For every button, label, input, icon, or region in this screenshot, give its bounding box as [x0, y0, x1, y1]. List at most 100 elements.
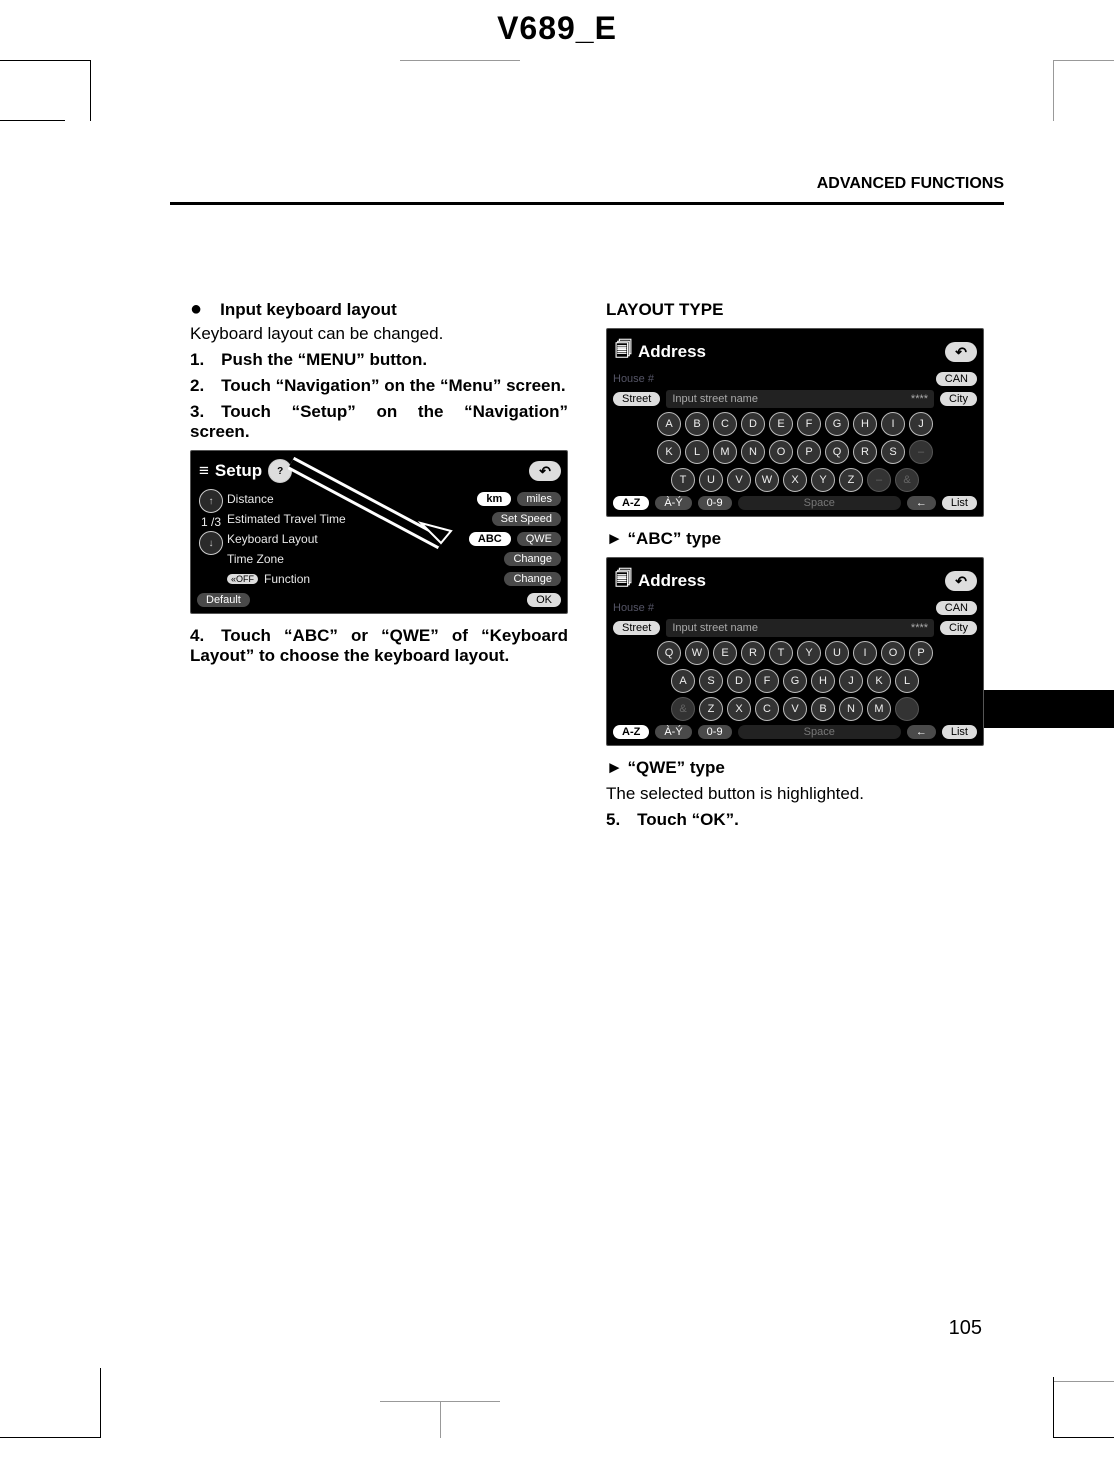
btn-num[interactable]: 0-9	[698, 496, 732, 510]
section-heading: Input keyboard layout	[220, 300, 397, 320]
btn-accent[interactable]: À-Ý	[655, 496, 691, 510]
back-button[interactable]: ↶	[945, 571, 977, 591]
btn-space[interactable]: Space	[738, 725, 901, 739]
key-b[interactable]: B	[685, 412, 709, 436]
key-o[interactable]: O	[769, 440, 793, 464]
key-l[interactable]: L	[895, 669, 919, 693]
btn-list[interactable]: List	[942, 496, 977, 510]
help-icon[interactable]: ?	[268, 459, 292, 483]
key-t[interactable]: T	[671, 468, 695, 492]
key-u[interactable]: U	[699, 468, 723, 492]
key-amp[interactable]: &	[895, 468, 919, 492]
key-v[interactable]: V	[783, 697, 807, 721]
key-d[interactable]: D	[727, 669, 751, 693]
key-p[interactable]: P	[909, 641, 933, 665]
key-m[interactable]: M	[713, 440, 737, 464]
key-x[interactable]: X	[727, 697, 751, 721]
btn-backspace[interactable]: ←	[907, 496, 936, 510]
btn-accent[interactable]: À-Ý	[655, 725, 691, 739]
key-x[interactable]: X	[783, 468, 807, 492]
btn-num[interactable]: 0-9	[698, 725, 732, 739]
btn-street[interactable]: Street	[613, 621, 660, 635]
btn-setspeed[interactable]: Set Speed	[492, 512, 561, 526]
key-g[interactable]: G	[825, 412, 849, 436]
key-j[interactable]: J	[839, 669, 863, 693]
key-q[interactable]: Q	[657, 641, 681, 665]
key-s[interactable]: S	[881, 440, 905, 464]
key-s[interactable]: S	[699, 669, 723, 693]
setup-title: Setup	[215, 461, 262, 481]
key-y[interactable]: Y	[811, 468, 835, 492]
key-f[interactable]: F	[755, 669, 779, 693]
key-e[interactable]: E	[769, 412, 793, 436]
btn-miles[interactable]: miles	[517, 492, 561, 506]
key-a[interactable]: A	[671, 669, 695, 693]
btn-change-tz[interactable]: Change	[504, 552, 561, 566]
key-dash[interactable]: –	[909, 440, 933, 464]
btn-street[interactable]: Street	[613, 392, 660, 406]
btn-city[interactable]: City	[940, 392, 977, 406]
key-o[interactable]: O	[881, 641, 905, 665]
key-c[interactable]: C	[755, 697, 779, 721]
house-tab[interactable]: House #	[613, 373, 930, 385]
key-j[interactable]: J	[909, 412, 933, 436]
street-input[interactable]: Input street name	[672, 622, 758, 634]
btn-az[interactable]: A-Z	[613, 725, 649, 739]
key-w[interactable]: W	[685, 641, 709, 665]
btn-list[interactable]: List	[942, 725, 977, 739]
btn-can[interactable]: CAN	[936, 372, 977, 386]
btn-qwe[interactable]: QWE	[517, 532, 561, 546]
btn-backspace[interactable]: ←	[907, 725, 936, 739]
key-f[interactable]: F	[797, 412, 821, 436]
back-button[interactable]: ↶	[945, 342, 977, 362]
scroll-up-icon[interactable]: ↑	[199, 489, 223, 513]
key-i[interactable]: I	[853, 641, 877, 665]
key-b[interactable]: B	[811, 697, 835, 721]
key-g[interactable]: G	[783, 669, 807, 693]
btn-can[interactable]: CAN	[936, 601, 977, 615]
key-k[interactable]: K	[657, 440, 681, 464]
btn-abc[interactable]: ABC	[469, 532, 511, 546]
key-n[interactable]: N	[741, 440, 765, 464]
layout-heading: LAYOUT TYPE	[606, 300, 984, 320]
btn-city[interactable]: City	[940, 621, 977, 635]
key-c[interactable]: C	[713, 412, 737, 436]
key-h[interactable]: H	[811, 669, 835, 693]
key-dim	[895, 697, 919, 721]
key-r[interactable]: R	[741, 641, 765, 665]
key-y[interactable]: Y	[797, 641, 821, 665]
key-n[interactable]: N	[839, 697, 863, 721]
row-timezone: Time Zone	[227, 552, 498, 566]
key-dash[interactable]: –	[867, 468, 891, 492]
back-button[interactable]: ↶	[529, 461, 561, 481]
btn-az[interactable]: A-Z	[613, 496, 649, 510]
address-icon: 🗐	[615, 566, 632, 595]
key-d[interactable]: D	[741, 412, 765, 436]
key-amp[interactable]: &	[671, 697, 695, 721]
key-k[interactable]: K	[867, 669, 891, 693]
key-z[interactable]: Z	[839, 468, 863, 492]
key-h[interactable]: H	[853, 412, 877, 436]
key-p[interactable]: P	[797, 440, 821, 464]
key-z[interactable]: Z	[699, 697, 723, 721]
key-q[interactable]: Q	[825, 440, 849, 464]
btn-default[interactable]: Default	[197, 593, 250, 607]
key-t[interactable]: T	[769, 641, 793, 665]
key-w[interactable]: W	[755, 468, 779, 492]
key-a[interactable]: A	[657, 412, 681, 436]
scroll-down-icon[interactable]: ↓	[199, 531, 223, 555]
house-tab[interactable]: House #	[613, 602, 930, 614]
key-r[interactable]: R	[853, 440, 877, 464]
street-input[interactable]: Input street name	[672, 393, 758, 405]
key-row: QWERTYUIOP	[613, 641, 977, 665]
key-v[interactable]: V	[727, 468, 751, 492]
btn-km[interactable]: km	[477, 492, 511, 506]
key-m[interactable]: M	[867, 697, 891, 721]
key-u[interactable]: U	[825, 641, 849, 665]
key-l[interactable]: L	[685, 440, 709, 464]
btn-change-func[interactable]: Change	[504, 572, 561, 586]
btn-ok[interactable]: OK	[527, 593, 561, 607]
key-i[interactable]: I	[881, 412, 905, 436]
key-e[interactable]: E	[713, 641, 737, 665]
btn-space[interactable]: Space	[738, 496, 901, 510]
